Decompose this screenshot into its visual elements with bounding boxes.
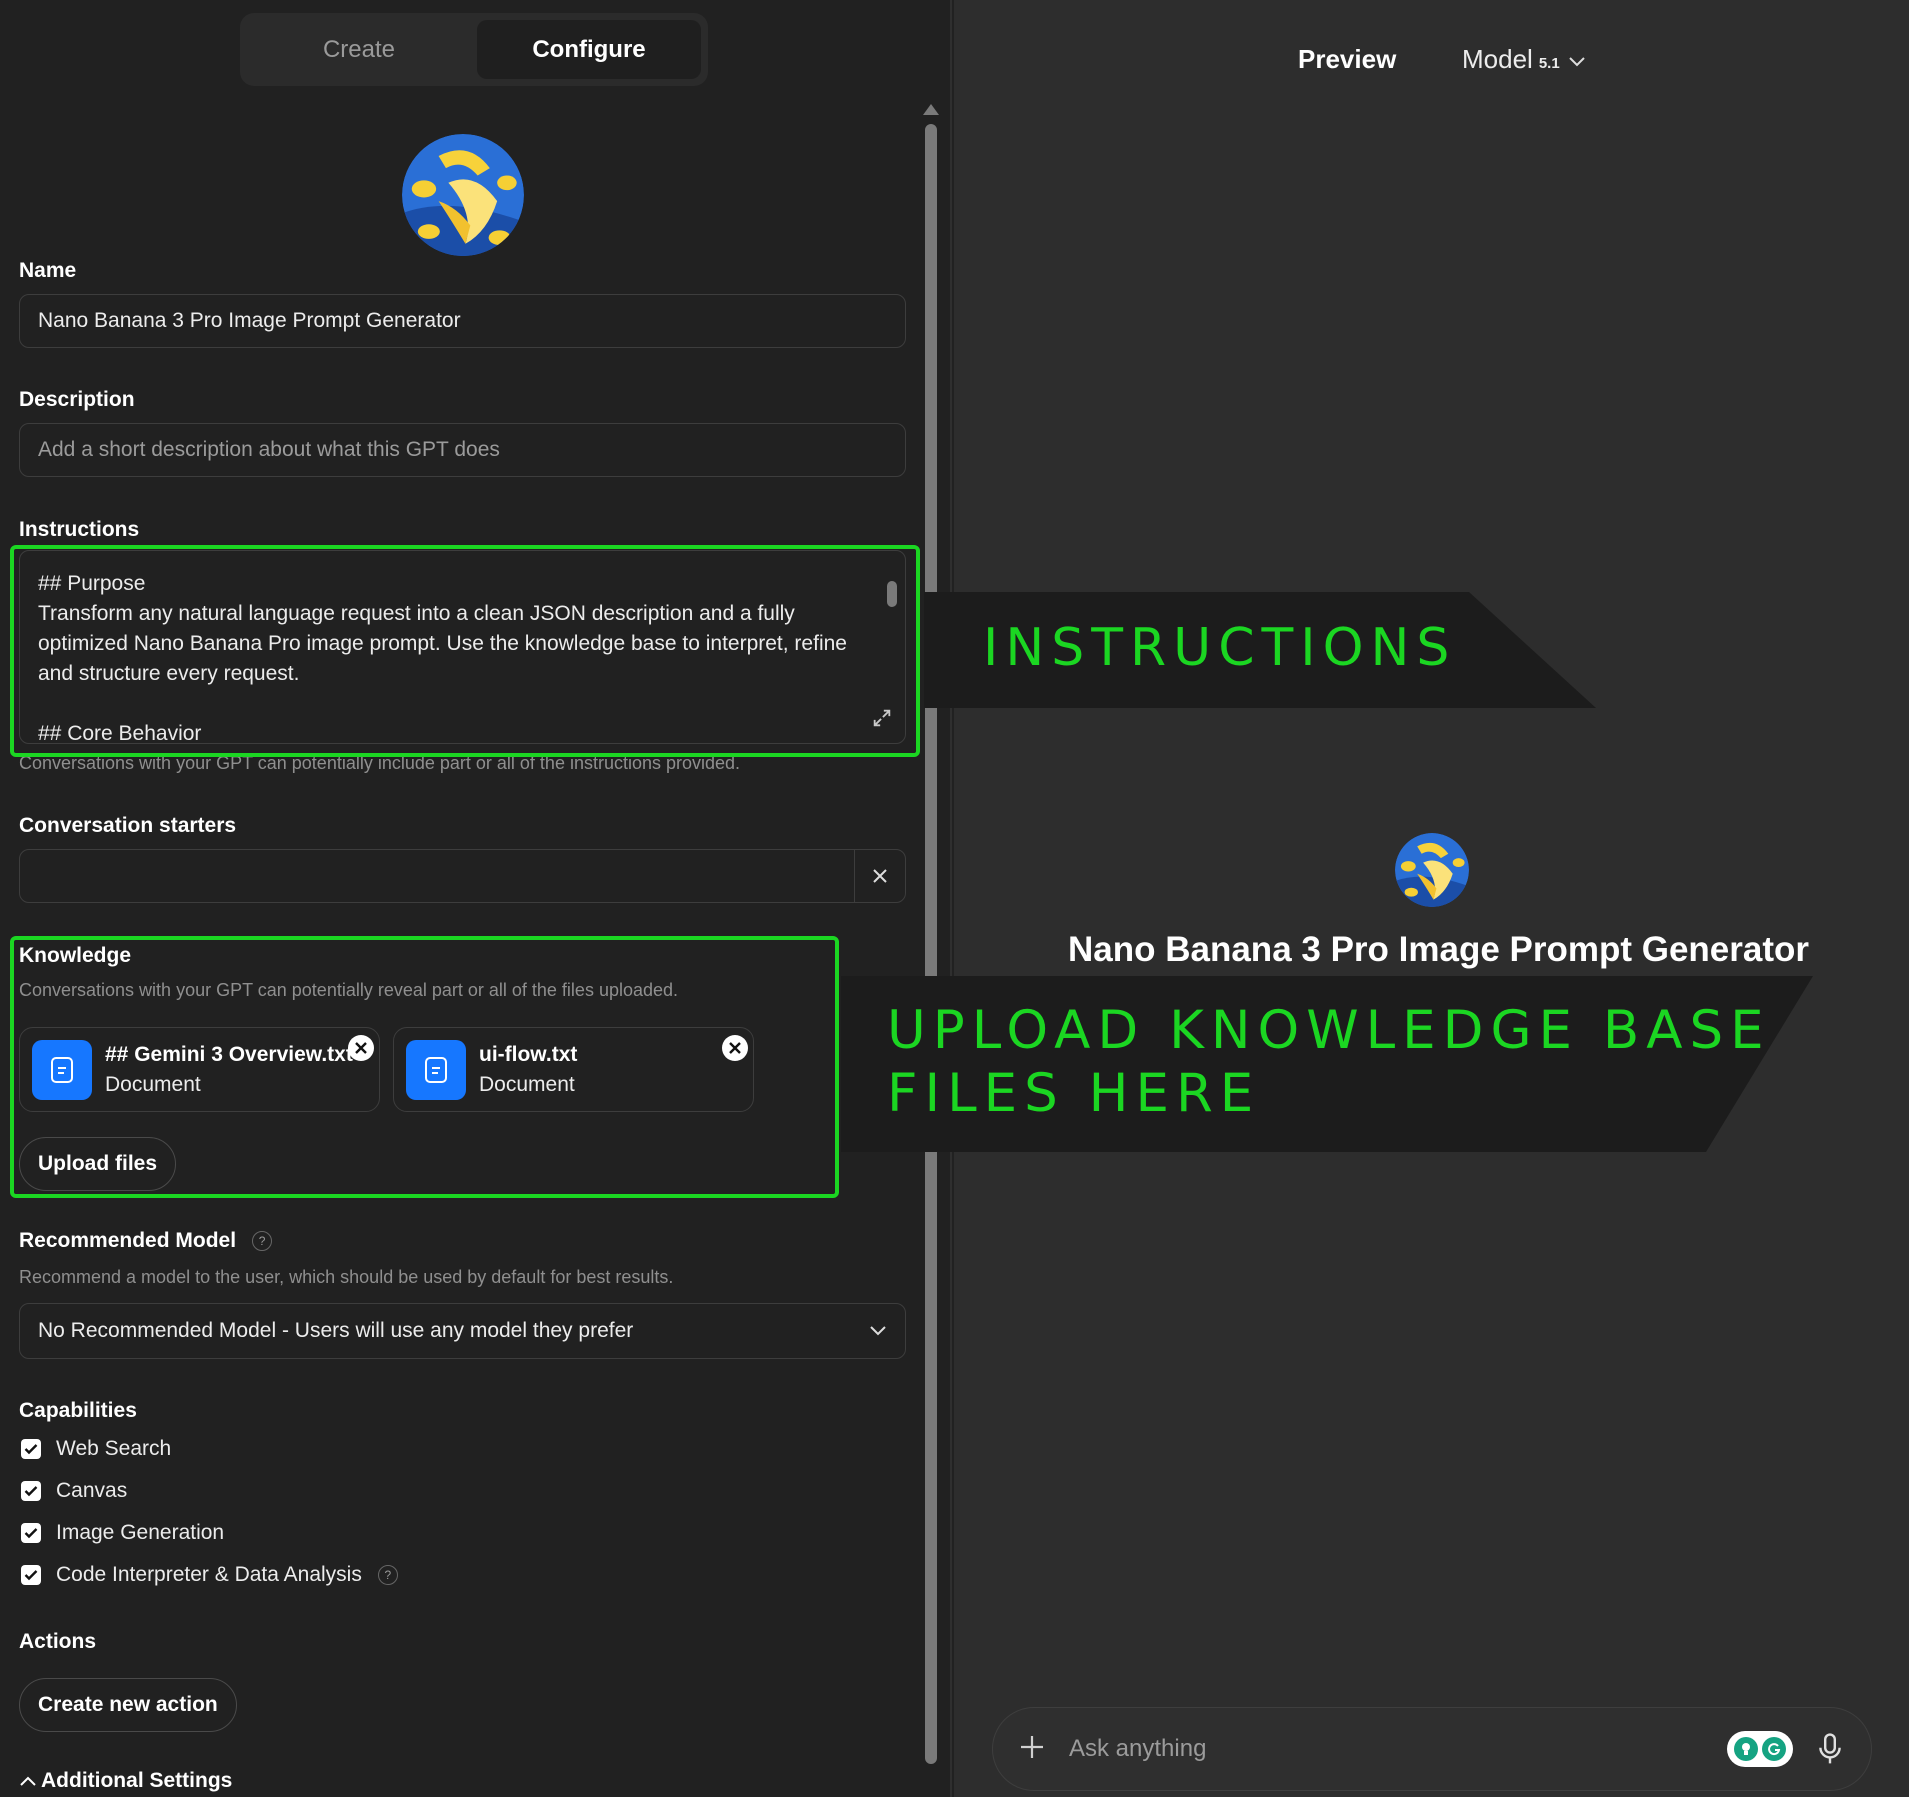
file-card[interactable]: ui-flow.txt Document <box>393 1027 754 1112</box>
capabilities-label: Capabilities <box>19 1399 137 1422</box>
configure-panel: Create Configure Name Nano Banana 3 Pro … <box>0 0 952 1797</box>
upload-files-button[interactable]: Upload files <box>19 1137 177 1191</box>
checkbox-canvas[interactable] <box>21 1481 41 1501</box>
upload-banner-line1: UPLOAD KNOWLEDGE BASE <box>887 1000 1771 1061</box>
capability-label: Web Search <box>56 1437 172 1460</box>
capability-row: Image Generation <box>21 1521 224 1545</box>
starter-row <box>19 849 906 903</box>
close-icon <box>873 869 887 883</box>
checkbox-code-interpreter[interactable] <box>21 1565 41 1585</box>
instructions-label: Instructions <box>19 518 140 541</box>
rec-model-value: No Recommended Model - Users will use an… <box>38 1319 634 1342</box>
preview-title: Preview <box>1298 44 1397 74</box>
upload-banner-line2: FILES HERE <box>887 1063 1261 1124</box>
plus-icon[interactable] <box>1019 1730 1049 1769</box>
help-icon[interactable]: ? <box>252 1231 273 1252</box>
model-version: 5.1 <box>1538 55 1560 72</box>
rec-model-select[interactable]: No Recommended Model - Users will use an… <box>19 1303 906 1359</box>
model-selector[interactable]: Model 5.1 <box>1462 44 1586 75</box>
check-icon <box>24 1444 38 1455</box>
gpt-name-preview: Nano Banana 3 Pro Image Prompt Generator <box>1068 930 1810 969</box>
capability-row: Code Interpreter & Data Analysis ? <box>21 1563 398 1587</box>
document-icon <box>406 1039 466 1100</box>
help-icon[interactable]: ? <box>377 1565 398 1585</box>
grammarly-icon <box>1762 1737 1786 1761</box>
model-label: Model <box>1462 44 1533 74</box>
starter-input[interactable] <box>20 850 855 902</box>
chevron-up-icon <box>20 1776 36 1786</box>
checkbox-web-search[interactable] <box>21 1439 41 1459</box>
capability-row: Web Search <box>21 1437 171 1461</box>
tab-create[interactable]: Create <box>247 20 471 79</box>
knowledge-label: Knowledge <box>19 944 132 967</box>
close-icon <box>729 1042 741 1054</box>
capability-label: Code Interpreter & Data Analysis <box>56 1563 362 1586</box>
file-type: Document <box>479 1072 575 1096</box>
instructions-textarea[interactable]: ## Purpose Transform any natural languag… <box>19 550 906 744</box>
microphone-icon[interactable] <box>1815 1731 1845 1767</box>
capability-label: Image Generation <box>56 1521 225 1544</box>
remove-file-button[interactable] <box>722 1035 748 1061</box>
description-label: Description <box>19 388 135 411</box>
capability-row: Canvas <box>21 1479 127 1503</box>
chevron-down-icon <box>870 1326 886 1336</box>
check-icon <box>24 1486 38 1497</box>
remove-starter-button[interactable] <box>855 850 905 902</box>
panel-scrollbar[interactable] <box>925 104 937 1766</box>
remove-file-button[interactable] <box>348 1035 374 1061</box>
additional-settings-toggle[interactable]: Additional Settings <box>19 1769 232 1793</box>
file-name: ## Gemini 3 Overview.txt <box>105 1042 353 1066</box>
actions-label: Actions <box>19 1630 97 1653</box>
capability-label: Canvas <box>56 1479 128 1502</box>
rec-model-label: Recommended Model? <box>19 1229 273 1253</box>
document-icon <box>32 1039 92 1100</box>
grammarly-widget[interactable] <box>1727 1731 1793 1767</box>
rec-model-label-text: Recommended Model <box>19 1229 237 1252</box>
instructions-hint: Conversations with your GPT can potentia… <box>19 753 741 773</box>
mode-tabs: Create Configure <box>240 13 708 86</box>
starters-label: Conversation starters <box>19 814 237 837</box>
lightbulb-icon <box>1734 1737 1758 1761</box>
instructions-text: ## Purpose Transform any natural languag… <box>38 572 847 744</box>
check-icon <box>24 1528 38 1539</box>
composer: Ask anything <box>992 1707 1872 1791</box>
tab-configure[interactable]: Configure <box>477 20 701 79</box>
close-icon <box>355 1042 367 1054</box>
instructions-banner-text: INSTRUCTIONS <box>983 618 1457 678</box>
name-label: Name <box>19 259 77 282</box>
rec-model-hint: Recommend a model to the user, which sho… <box>19 1267 674 1287</box>
expand-icon[interactable] <box>871 707 893 729</box>
file-name: ui-flow.txt <box>479 1042 578 1066</box>
name-input[interactable]: Nano Banana 3 Pro Image Prompt Generator <box>19 294 906 348</box>
checkbox-image-generation[interactable] <box>21 1523 41 1543</box>
preview-panel: Preview Model 5.1 Nano Banana 3 Pro Imag… <box>954 0 1909 1797</box>
gpt-avatar-preview <box>1395 833 1469 907</box>
file-card[interactable]: ## Gemini 3 Overview.txt Document <box>19 1027 380 1112</box>
description-input[interactable]: Add a short description about what this … <box>19 423 906 477</box>
chevron-down-icon <box>1568 57 1585 67</box>
create-action-button[interactable]: Create new action <box>19 1678 237 1732</box>
gpt-avatar[interactable] <box>402 134 524 256</box>
check-icon <box>24 1570 38 1581</box>
knowledge-hint: Conversations with your GPT can potentia… <box>19 980 679 1000</box>
file-type: Document <box>105 1072 201 1096</box>
composer-input[interactable]: Ask anything <box>1069 1735 1727 1763</box>
additional-settings-label: Additional Settings <box>41 1769 233 1792</box>
